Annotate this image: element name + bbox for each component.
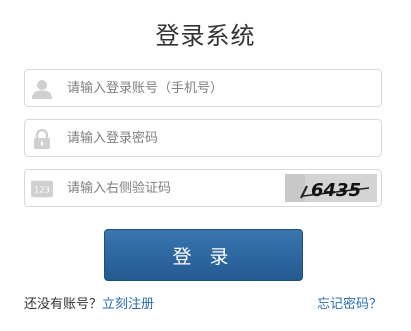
login-page: 登录系统 123 bbox=[0, 0, 411, 331]
captcha-text: 6435 bbox=[311, 180, 361, 201]
page-title: 登录系统 bbox=[155, 22, 256, 50]
forgot-password-link[interactable]: 忘记密码？ bbox=[317, 297, 382, 312]
captcha-field[interactable]: 123 6435 bbox=[24, 169, 382, 207]
login-button[interactable]: 登 录 bbox=[104, 229, 303, 281]
password-input[interactable] bbox=[67, 120, 297, 156]
number-123-icon: 123 bbox=[31, 178, 53, 200]
user-icon bbox=[31, 78, 53, 100]
lock-icon bbox=[31, 128, 53, 150]
captcha-input[interactable] bbox=[67, 170, 267, 206]
account-input[interactable] bbox=[67, 70, 297, 106]
password-field[interactable] bbox=[24, 119, 382, 157]
forgot-password-wrap: 忘记密码？ bbox=[317, 293, 382, 312]
register-link[interactable]: 立刻注册 bbox=[102, 297, 154, 312]
register-prompt: 还没有账号？立刻注册 bbox=[24, 293, 154, 312]
captcha-image[interactable]: 6435 bbox=[285, 174, 377, 202]
svg-text:123: 123 bbox=[34, 185, 50, 195]
no-account-text: 还没有账号？ bbox=[24, 297, 103, 312]
account-field[interactable] bbox=[24, 69, 382, 107]
